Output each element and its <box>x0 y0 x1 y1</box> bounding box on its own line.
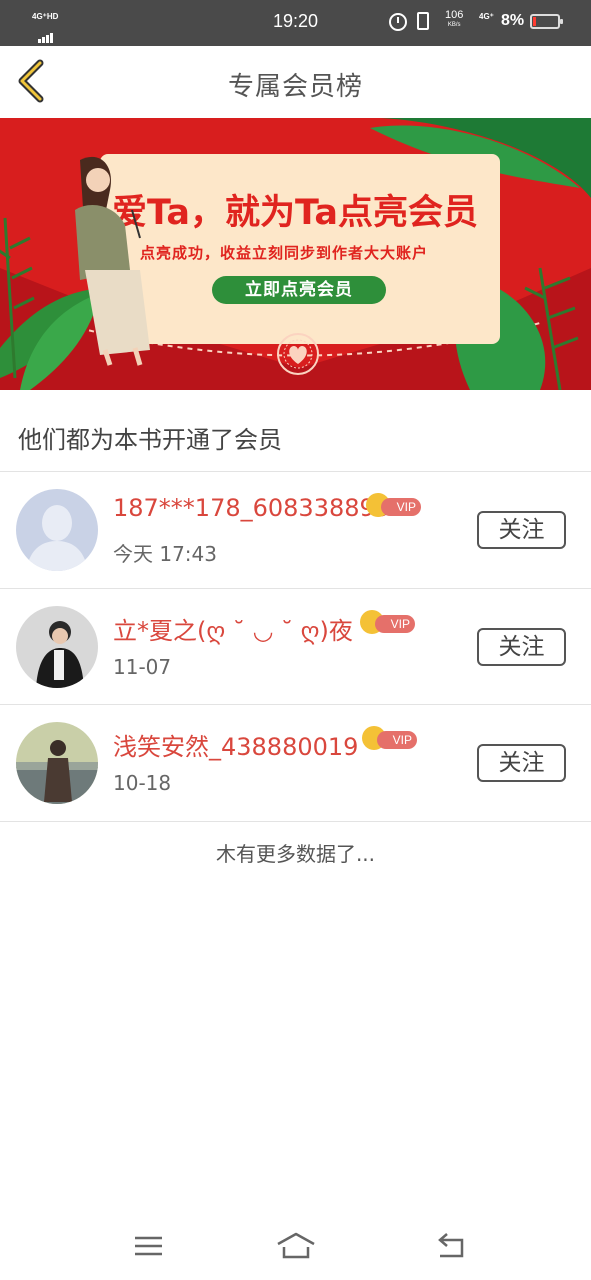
member-name[interactable]: 187***178_608338895 <box>113 494 390 522</box>
follow-button[interactable]: 关注 <box>477 744 566 782</box>
member-date: 11-07 <box>113 655 172 679</box>
user-photo <box>16 722 98 804</box>
vip-badge: VIP <box>360 610 416 634</box>
page-title: 专属会员榜 <box>227 72 363 102</box>
user-photo <box>16 606 98 688</box>
status-bar: 4G⁺HD 19:20 106 KB/s 4G⁺ 8% <box>0 0 591 46</box>
section-title: 他们都为本书开通了会员 <box>18 426 282 454</box>
vip-label: VIP <box>375 615 415 633</box>
avatar[interactable] <box>16 722 98 804</box>
banner-cta-button[interactable]: 立即点亮会员 <box>212 276 386 304</box>
network-speed: 106 KB/s <box>445 10 463 29</box>
member-date: 10-18 <box>113 771 172 795</box>
heart-seal-icon <box>277 333 319 375</box>
follow-button[interactable]: 关注 <box>477 511 566 549</box>
battery-icon <box>530 14 563 29</box>
member-name[interactable]: 立*夏之(ღ ˘ ◡ ˘ ღ)夜 <box>113 611 353 646</box>
vip-label: VIP <box>381 498 421 516</box>
avatar[interactable] <box>16 606 98 688</box>
promo-banner[interactable]: 爱Ta，就为Ta点亮会员 点亮成功，收益立刻同步到作者大大账户 立即点亮会员 <box>0 118 591 390</box>
app-header: 专属会员榜 <box>0 46 591 118</box>
vibrate-icon <box>417 12 429 30</box>
menu-icon <box>135 1236 162 1256</box>
speed-value: 106 <box>445 9 464 21</box>
vip-badge: VIP <box>366 493 422 517</box>
battery-percent: 8% <box>501 12 525 29</box>
system-nav-bar <box>0 1212 591 1280</box>
no-more-data-text: 木有更多数据了... <box>215 842 376 866</box>
back-icon <box>438 1233 464 1258</box>
banner-subtitle: 点亮成功，收益立刻同步到作者大大账户 <box>140 244 429 262</box>
menu-button[interactable] <box>128 1230 168 1262</box>
member-name[interactable]: 浅笑安然_438880019 <box>113 727 358 762</box>
mobile-data-label: 4G⁺ <box>479 12 494 21</box>
avatar[interactable] <box>16 489 98 571</box>
member-date: 今天 17:43 <box>113 542 217 566</box>
member-row[interactable]: 浅笑安然_438880019 VIP 10-18 关注 <box>0 705 591 821</box>
back-nav-button[interactable] <box>432 1230 472 1262</box>
home-button[interactable] <box>275 1230 317 1262</box>
divider <box>0 821 591 822</box>
home-icon <box>277 1232 315 1259</box>
vip-badge: VIP <box>362 726 418 750</box>
vip-label: VIP <box>377 731 417 749</box>
member-row[interactable]: 187***178_608338895 VIP 今天 17:43 关注 <box>0 472 591 588</box>
follow-button[interactable]: 关注 <box>477 628 566 666</box>
woman-illustration <box>75 156 150 366</box>
member-row[interactable]: 立*夏之(ღ ˘ ◡ ˘ ღ)夜 VIP 11-07 关注 <box>0 589 591 705</box>
alarm-icon <box>389 13 407 31</box>
speed-unit: KB/s <box>447 22 461 28</box>
default-avatar-icon <box>16 489 98 571</box>
